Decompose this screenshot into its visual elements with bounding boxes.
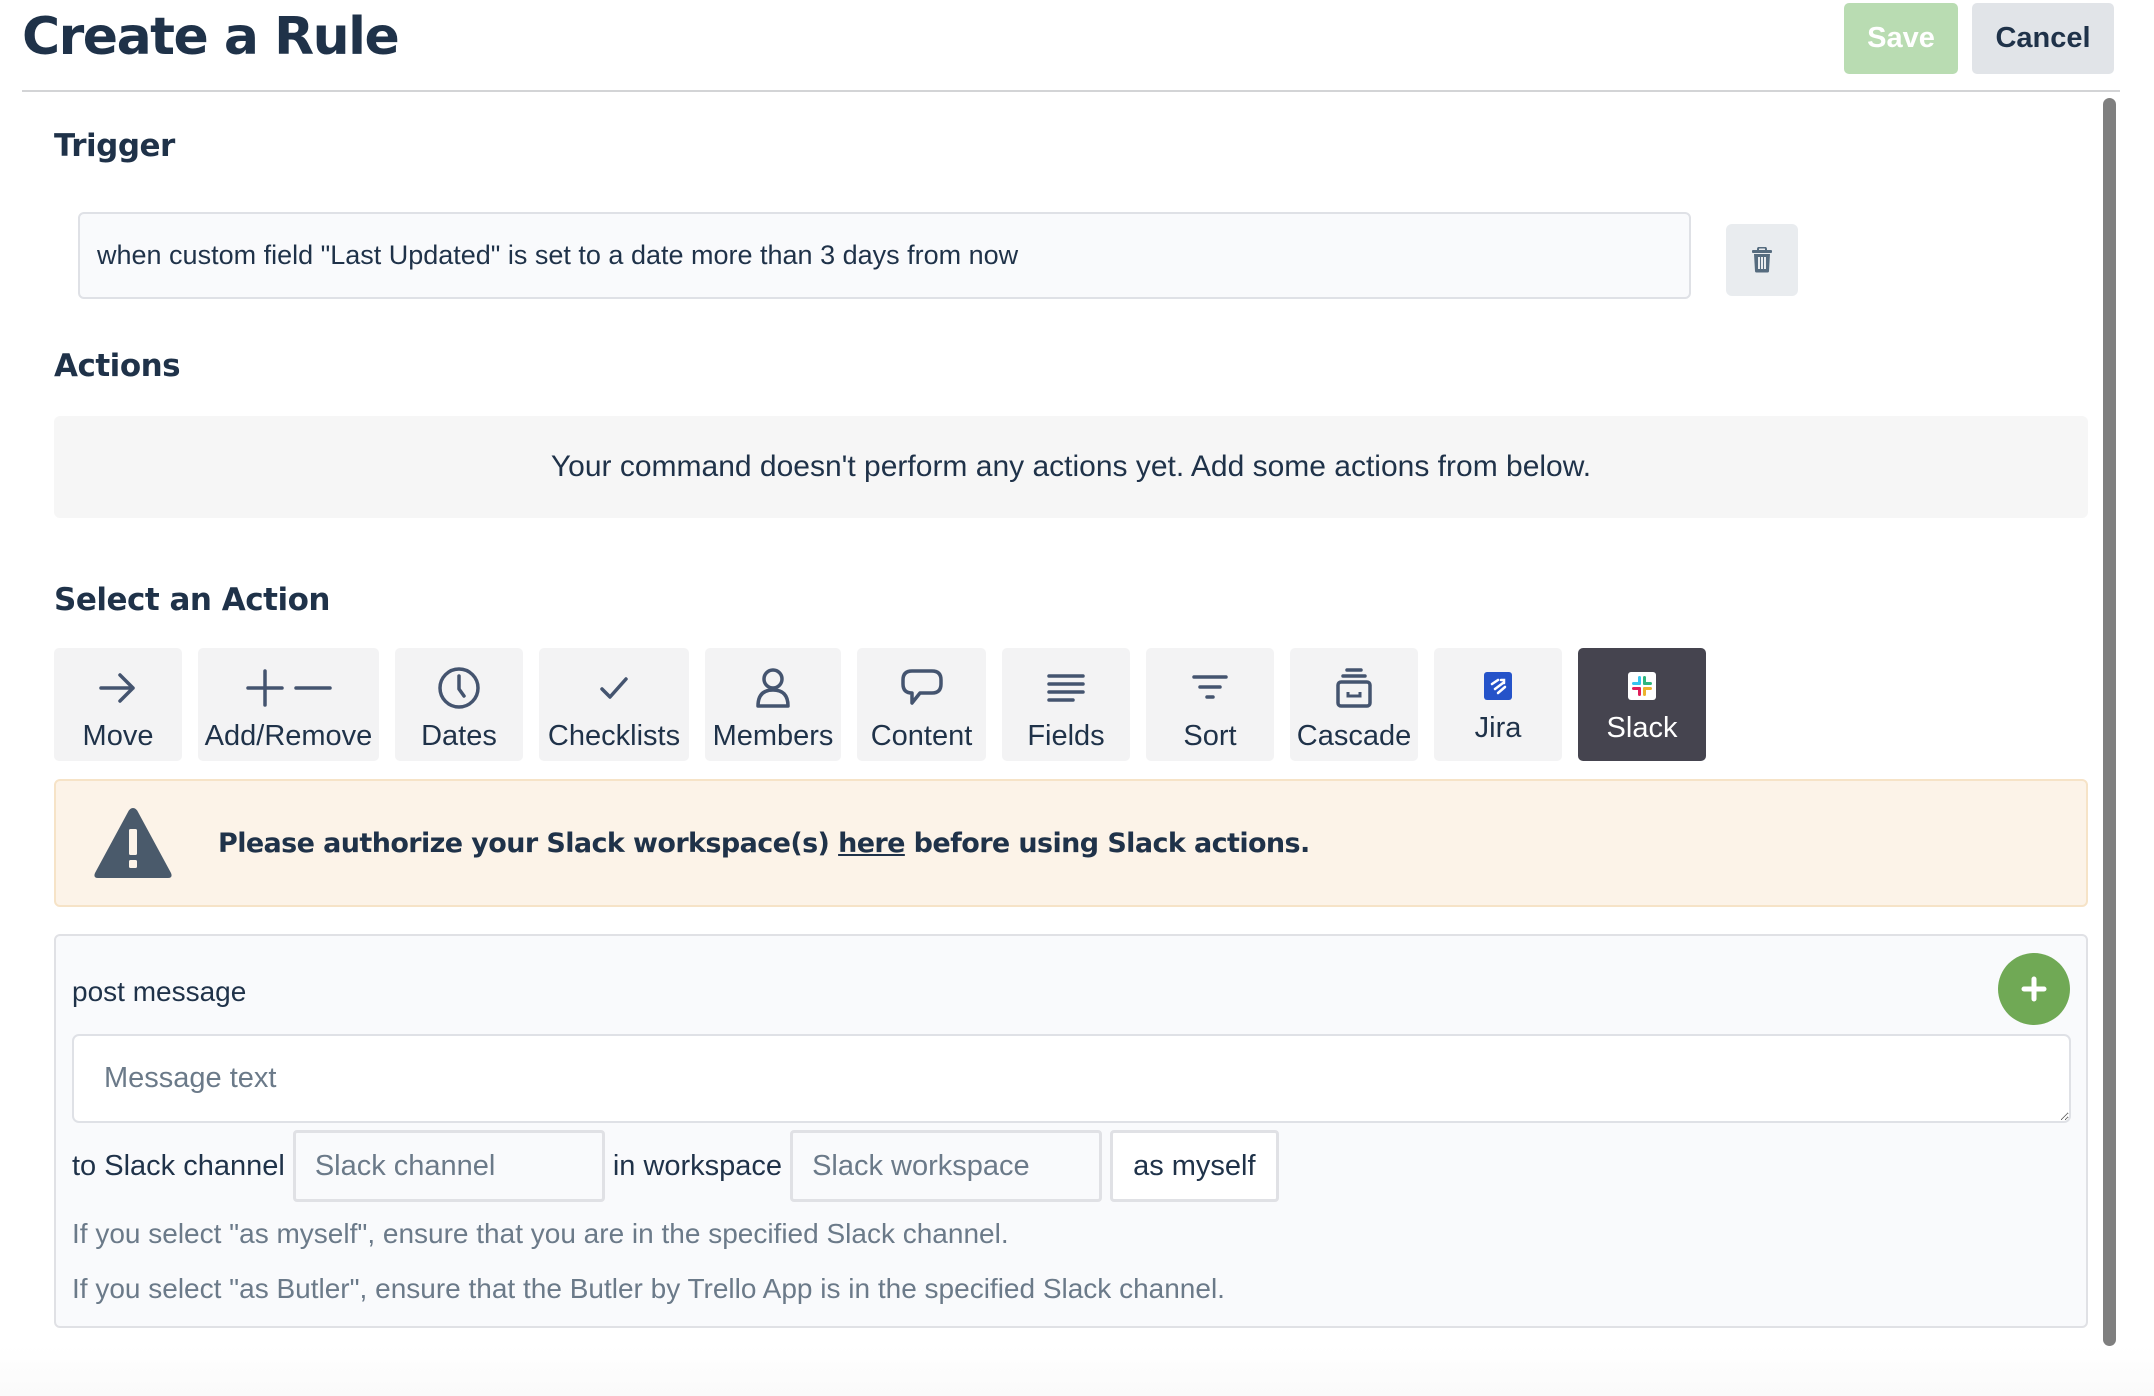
action-tab-label: Jira [1474, 712, 1522, 744]
to-slack-channel-label: to Slack channel [72, 1149, 285, 1182]
lines-icon [1046, 662, 1086, 714]
action-tab-move[interactable]: Move [54, 648, 182, 761]
delete-trigger-button[interactable] [1726, 224, 1798, 296]
clock-icon [437, 662, 481, 714]
post-message-panel: post message to Slack channel Slack chan… [54, 934, 2088, 1328]
action-tab-label: Members [712, 720, 834, 752]
action-tab-label: Cascade [1296, 720, 1412, 752]
action-tab-fields[interactable]: Fields [1002, 648, 1130, 761]
arrow-right-icon [98, 662, 138, 714]
action-tab-label: Move [82, 720, 154, 752]
action-tab-label: Fields [1027, 720, 1105, 752]
slack-channel-select[interactable]: Slack channel [292, 1130, 605, 1202]
hint-as-butler: If you select "as Butler", ensure that t… [72, 1273, 1225, 1304]
post-message-label: post message [72, 976, 247, 1007]
actions-empty-state: Your command doesn't perform any actions… [54, 416, 2088, 518]
warning-text-before: Please authorize your Slack workspace(s) [218, 827, 839, 859]
archive-box-icon [1335, 662, 1373, 714]
message-text-input[interactable] [72, 1034, 2071, 1123]
filter-icon [1190, 662, 1230, 714]
header-divider [22, 90, 2120, 92]
save-button[interactable]: Save [1844, 3, 1958, 74]
actions-heading: Actions [54, 348, 181, 384]
post-as-select[interactable]: as myself [1110, 1130, 1279, 1202]
action-tab-slack[interactable]: Slack [1578, 648, 1706, 761]
slack-workspace-select[interactable]: Slack workspace [790, 1130, 1103, 1202]
warning-text: Please authorize your Slack workspace(s)… [218, 828, 1310, 859]
select-action-heading: Select an Action [54, 582, 330, 618]
plus-minus-icon [244, 662, 334, 714]
jira-logo-icon [1484, 670, 1512, 702]
speech-bubble-icon [900, 662, 944, 714]
trigger-heading: Trigger [54, 128, 175, 164]
warning-text-after: before using Slack actions. [904, 827, 1311, 859]
action-tab-members[interactable]: Members [705, 648, 841, 761]
slack-auth-warning: Please authorize your Slack workspace(s)… [54, 779, 2088, 907]
action-tab-label: Content [870, 720, 973, 752]
action-tab-sort[interactable]: Sort [1146, 648, 1274, 761]
hint-as-myself: If you select "as myself", ensure that y… [72, 1218, 1009, 1249]
action-tab-label: Checklists [547, 720, 681, 752]
action-tab-jira[interactable]: Jira [1434, 648, 1562, 761]
action-tab-add-remove[interactable]: Add/Remove [198, 648, 379, 761]
warning-triangle-icon [94, 808, 172, 878]
action-tab-label: Dates [421, 720, 497, 752]
person-icon [754, 662, 792, 714]
action-tab-label: Sort [1183, 720, 1237, 752]
action-tab-label: Add/Remove [204, 720, 373, 752]
trigger-statement[interactable]: when custom field "Last Updated" is set … [78, 212, 1691, 299]
action-tab-content[interactable]: Content [857, 648, 986, 761]
plus-icon [2021, 976, 2047, 1002]
action-category-tabs: Move Add/Remove Dates Checklists Members… [54, 648, 1706, 761]
slack-logo-icon [1628, 670, 1656, 702]
authorize-here-link[interactable]: here [838, 828, 905, 859]
checkmark-icon [598, 662, 630, 714]
page-title: Create a Rule [22, 7, 400, 67]
slack-destination-row: to Slack channel Slack channel in worksp… [72, 1130, 1279, 1202]
action-tab-cascade[interactable]: Cascade [1290, 648, 1418, 761]
action-tab-label: Slack [1606, 712, 1678, 744]
bottom-fade [0, 1346, 2154, 1396]
trash-icon [1752, 247, 1772, 273]
add-action-button[interactable] [1998, 953, 2070, 1025]
cancel-button[interactable]: Cancel [1972, 3, 2114, 74]
trigger-text: when custom field "Last Updated" is set … [97, 240, 1019, 270]
in-workspace-label: in workspace [612, 1149, 783, 1182]
actions-empty-message: Your command doesn't perform any actions… [550, 450, 1592, 483]
scrollbar[interactable] [2103, 98, 2116, 1346]
action-tab-dates[interactable]: Dates [395, 648, 523, 761]
action-tab-checklists[interactable]: Checklists [539, 648, 689, 761]
